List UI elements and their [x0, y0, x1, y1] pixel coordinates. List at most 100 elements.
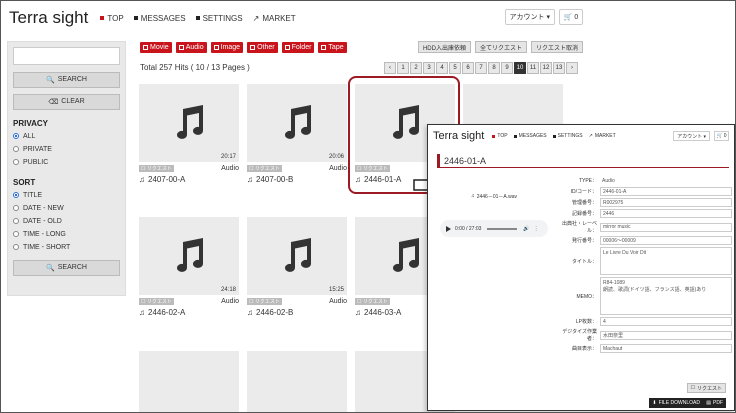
account-dropdown[interactable]: アカウント ▾	[673, 131, 710, 141]
nav-messages[interactable]: MESSAGES	[513, 133, 547, 139]
sort-option-date-old[interactable]: DATE - OLD	[13, 215, 120, 228]
nav-settings[interactable]: SETTINGS	[552, 133, 583, 139]
duration: 15:25	[328, 287, 344, 293]
page-8[interactable]: 8	[488, 62, 500, 74]
media-card[interactable]: 20:17 ☐ リクエスト Audio ♫ 2407-00-A	[139, 84, 239, 184]
request-all-button[interactable]: 全てリクエスト	[474, 41, 527, 53]
media-code[interactable]: 2407-00-A	[148, 175, 185, 184]
checkbox-icon	[143, 45, 148, 50]
search-input[interactable]	[13, 47, 120, 65]
radio-icon	[13, 244, 19, 250]
checkbox-icon	[178, 45, 184, 50]
media-code[interactable]: 2407-00-B	[256, 175, 293, 184]
thumbnail[interactable]: 20:06	[247, 84, 347, 162]
field-digitizer: デジタイズ作業者： 水田奈里	[556, 328, 732, 342]
radio-icon	[13, 159, 19, 165]
filter-other[interactable]: Other	[247, 42, 278, 53]
action-buttons: HDD入出庫依頼 全てリクエスト リクエスト取消	[414, 41, 583, 53]
page-4[interactable]: 4	[436, 62, 448, 74]
request-button[interactable]: ☐ リクエスト	[247, 298, 282, 305]
privacy-option-all[interactable]: ALL	[13, 130, 120, 143]
filter-audio[interactable]: Audio	[175, 42, 207, 53]
media-code[interactable]: 2446-02-B	[256, 308, 293, 317]
nav-top[interactable]: TOP	[492, 133, 508, 139]
filter-movie[interactable]: Movie	[140, 42, 172, 53]
page-5[interactable]: 5	[449, 62, 461, 74]
search-button[interactable]: 🔍 SEARCH	[13, 71, 120, 88]
account-dropdown[interactable]: アカウント ▾	[504, 9, 555, 25]
request-button[interactable]: ☐ リクエスト	[355, 298, 390, 305]
filter-image[interactable]: Image	[210, 42, 244, 53]
media-card[interactable]: 20:06 ☐ リクエスト Audio ♫ 2407-00-B	[247, 84, 347, 184]
media-card[interactable]: 24:18 ☐ リクエスト Audio ♫ 2446-02-A	[139, 217, 239, 317]
media-card[interactable]: 15:25 ☐ リクエスト Audio ♫ 2446-02-B	[247, 217, 347, 317]
external-link-icon: ↗	[252, 13, 260, 23]
privacy-option-public[interactable]: PUBLIC	[13, 156, 120, 169]
filter-folder[interactable]: Folder	[281, 42, 315, 53]
search-button-bottom[interactable]: 🔍 SEARCH	[13, 259, 120, 276]
cart-button[interactable]: 🛒 0	[559, 9, 583, 25]
media-code[interactable]: 2446-02-A	[148, 308, 185, 317]
page-next[interactable]: ›	[566, 62, 578, 74]
radio-icon	[13, 231, 19, 237]
audio-player[interactable]: 0:00 / 27:03 🔊 ⋮	[440, 220, 548, 237]
brand-logo[interactable]: Terra sight	[9, 8, 88, 28]
music-note-icon	[285, 238, 311, 272]
page-prev[interactable]: ‹	[384, 62, 396, 74]
nav-market[interactable]: ↗ MARKET	[589, 133, 616, 139]
page-13[interactable]: 13	[553, 62, 565, 74]
cart-button[interactable]: 🛒 0	[714, 131, 729, 141]
page-6[interactable]: 6	[462, 62, 474, 74]
request-button[interactable]: ☐ リクエスト	[139, 298, 174, 305]
thumbnail[interactable]: 20:17	[139, 84, 239, 162]
volume-icon[interactable]: 🔊	[523, 226, 529, 232]
request-button[interactable]: ☐ リクエスト	[139, 165, 174, 172]
play-icon[interactable]	[446, 225, 451, 232]
page-3[interactable]: 3	[423, 62, 435, 74]
eraser-icon: ⌫	[48, 98, 59, 106]
sort-option-time-long[interactable]: TIME - LONG	[13, 228, 120, 241]
thumbnail[interactable]: 15:25	[247, 217, 347, 295]
field-lp-count: LP枚数： 4	[556, 317, 732, 326]
page-9[interactable]: 9	[501, 62, 513, 74]
page-7[interactable]: 7	[475, 62, 487, 74]
field-track-display: 曲目表示： Machaut	[556, 344, 732, 353]
file-preview: ♫ 2446－01－A.wav	[440, 175, 548, 217]
music-note-small-icon: ♫	[355, 308, 361, 317]
page-10-current[interactable]: 10	[514, 62, 526, 74]
thumbnail[interactable]	[247, 351, 347, 412]
music-note-small-icon: ♫	[247, 175, 253, 184]
nav-settings[interactable]: SETTINGS	[195, 14, 243, 23]
detail-header: Terra sight TOP MESSAGES SETTINGS ↗ MARKE…	[428, 125, 734, 147]
sort-option-title[interactable]: TITLE	[13, 189, 120, 202]
page-2[interactable]: 2	[410, 62, 422, 74]
page-1[interactable]: 1	[397, 62, 409, 74]
sort-option-date-new[interactable]: DATE - NEW	[13, 202, 120, 215]
thumbnail[interactable]: 24:18	[139, 217, 239, 295]
media-card[interactable]	[247, 351, 347, 412]
page-12[interactable]: 12	[540, 62, 552, 74]
seek-bar[interactable]	[487, 227, 518, 230]
hdd-request-button[interactable]: HDD入出庫依頼	[417, 41, 471, 53]
nav-top[interactable]: TOP	[100, 14, 124, 23]
radio-icon	[13, 205, 19, 211]
filter-tape[interactable]: Tape	[318, 42, 347, 53]
page-11[interactable]: 11	[527, 62, 539, 74]
cancel-request-button[interactable]: リクエスト取消	[530, 41, 583, 53]
nav-messages[interactable]: MESSAGES	[133, 14, 186, 23]
music-note-icon	[393, 238, 419, 272]
privacy-option-private[interactable]: PRIVATE	[13, 143, 120, 156]
more-options-icon[interactable]: ⋮	[534, 226, 539, 232]
request-button[interactable]: ☐ リクエスト	[247, 165, 282, 172]
media-card[interactable]	[139, 351, 239, 412]
thumbnail[interactable]	[139, 351, 239, 412]
pdf-button[interactable]: ▤ PDF	[703, 398, 726, 408]
media-code[interactable]: 2446-03-A	[364, 308, 401, 317]
brand-logo[interactable]: Terra sight	[433, 130, 484, 142]
request-button[interactable]: ☐ リクエスト	[686, 383, 726, 393]
duration: 20:17	[220, 154, 236, 160]
sort-option-time-short[interactable]: TIME - SHORT	[13, 241, 120, 254]
clear-button[interactable]: ⌫ CLEAR	[13, 93, 120, 110]
file-download-button[interactable]: ⬇ FILE DOWNLOAD	[649, 398, 703, 408]
nav-market[interactable]: ↗ MARKET	[253, 14, 296, 23]
